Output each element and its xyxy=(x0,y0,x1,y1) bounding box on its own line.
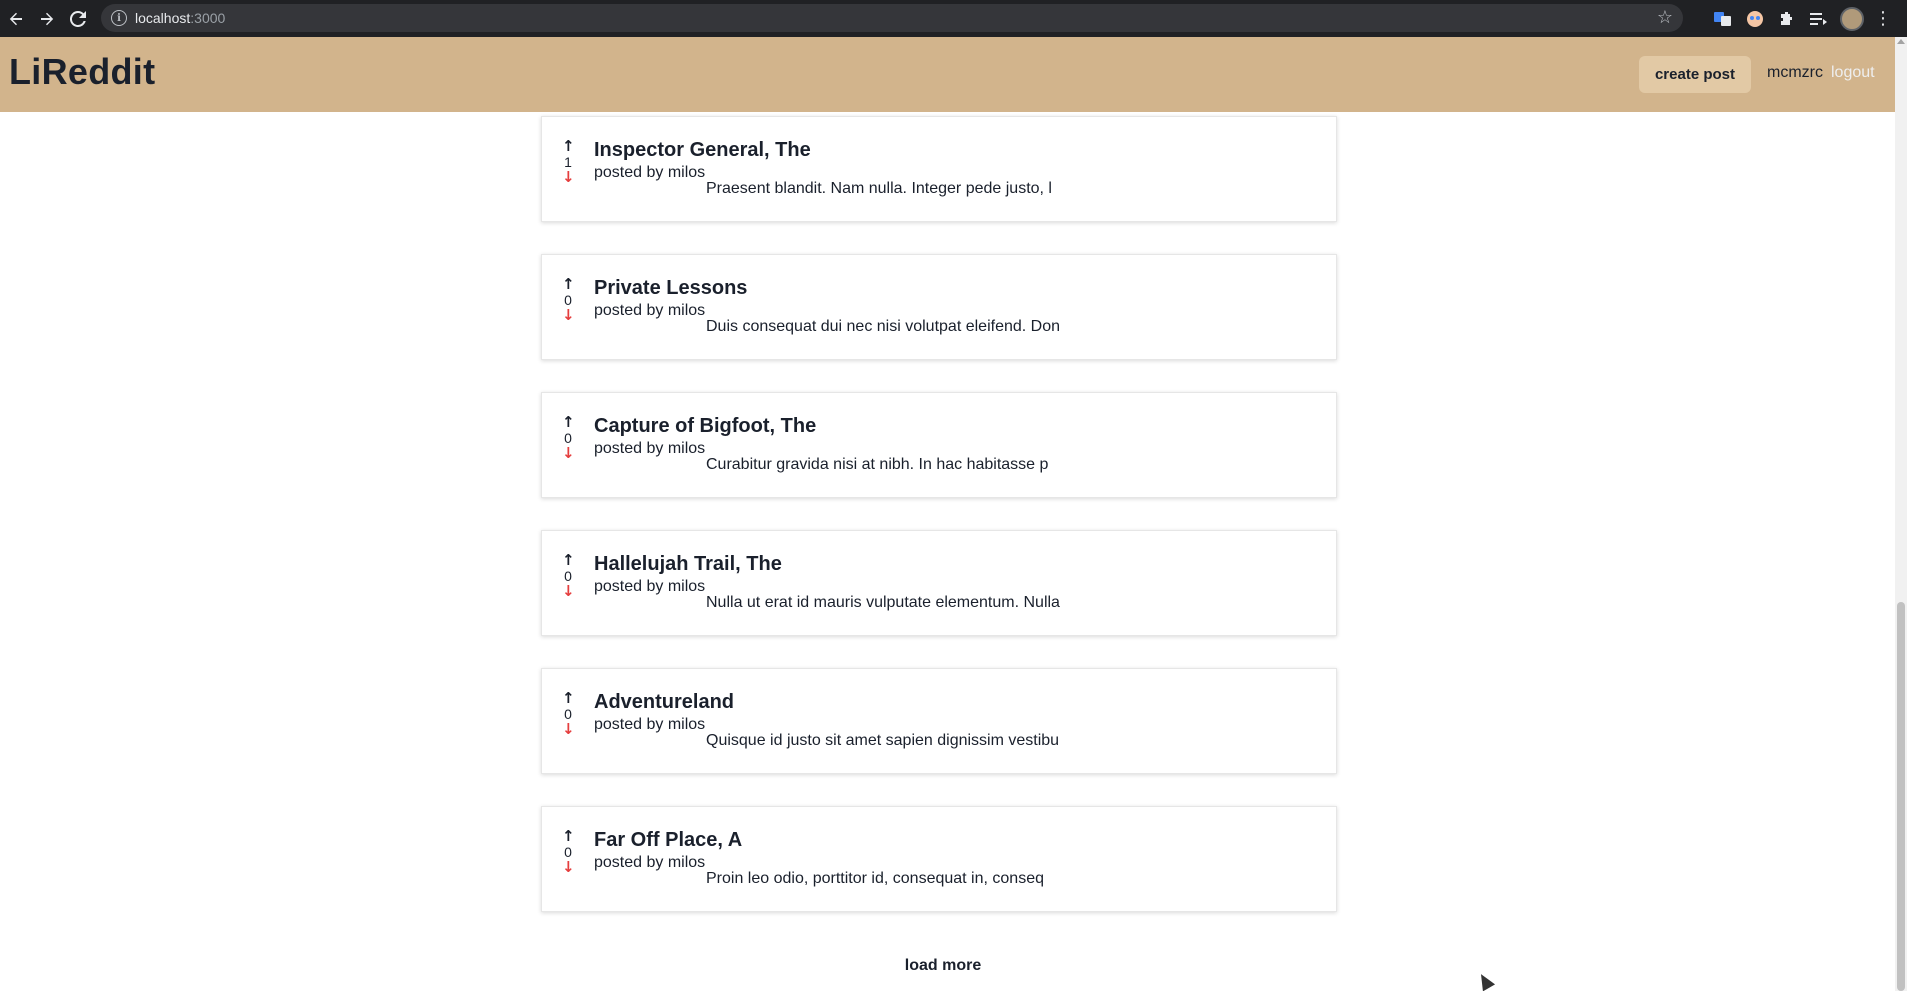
brand-logo[interactable]: LiReddit xyxy=(9,51,155,93)
post-author: posted by milos xyxy=(594,854,706,871)
downvote-arrow-icon[interactable]: ↓ xyxy=(562,584,575,599)
navbar: LiReddit create post mcmzrc logout xyxy=(0,37,1895,112)
post-author: posted by milos xyxy=(594,164,706,181)
logout-button[interactable]: logout xyxy=(1831,64,1875,82)
vote-section: ↑ 0 ↓ xyxy=(562,691,575,737)
vote-section: ↑ 1 ↓ xyxy=(562,139,575,185)
reading-list-icon[interactable] xyxy=(1808,8,1830,30)
username-label: mcmzrc xyxy=(1767,64,1823,81)
bookmark-star-icon[interactable]: ☆ xyxy=(1657,7,1673,28)
post-snippet: Nulla ut erat id mauris vulputate elemen… xyxy=(706,594,1060,611)
translate-extension-icon[interactable] xyxy=(1712,8,1734,30)
mouse-cursor-icon xyxy=(1474,970,1496,991)
page-scrollbar[interactable] xyxy=(1895,37,1907,991)
post-author: posted by milos xyxy=(594,578,706,595)
vote-section: ↑ 0 ↓ xyxy=(562,553,575,599)
scroll-up-arrow-icon[interactable] xyxy=(1897,39,1905,44)
post-card: ↑ 1 ↓ Inspector General, The posted by m… xyxy=(541,116,1337,222)
post-author: posted by milos xyxy=(594,440,706,457)
upvote-arrow-icon[interactable]: ↑ xyxy=(562,139,575,154)
browser-toolbar: i localhost:3000 ☆ ⋮ xyxy=(0,0,1907,37)
downvote-arrow-icon[interactable]: ↓ xyxy=(562,170,575,185)
post-snippet: Curabitur gravida nisi at nibh. In hac h… xyxy=(706,456,1049,473)
post-card: ↑ 0 ↓ Hallelujah Trail, The posted by mi… xyxy=(541,530,1337,636)
post-snippet: Quisque id justo sit amet sapien digniss… xyxy=(706,732,1060,749)
post-card: ↑ 0 ↓ Capture of Bigfoot, The posted by … xyxy=(541,392,1337,498)
downvote-arrow-icon[interactable]: ↓ xyxy=(562,722,575,737)
vote-section: ↑ 0 ↓ xyxy=(562,277,575,323)
load-more-button[interactable]: load more xyxy=(897,953,989,979)
upvote-arrow-icon[interactable]: ↑ xyxy=(562,553,575,568)
post-author: posted by milos xyxy=(594,716,706,733)
downvote-arrow-icon[interactable]: ↓ xyxy=(562,446,575,461)
face-extension-icon[interactable] xyxy=(1744,8,1766,30)
vote-section: ↑ 0 ↓ xyxy=(562,829,575,875)
post-title[interactable]: Capture of Bigfoot, The xyxy=(594,415,816,438)
post-snippet: Praesent blandit. Nam nulla. Integer ped… xyxy=(706,180,1052,197)
post-title[interactable]: Adventureland xyxy=(594,691,734,714)
post-snippet: Duis consequat dui nec nisi volutpat ele… xyxy=(706,318,1060,335)
upvote-arrow-icon[interactable]: ↑ xyxy=(562,691,575,706)
downvote-arrow-icon[interactable]: ↓ xyxy=(562,308,575,323)
upvote-arrow-icon[interactable]: ↑ xyxy=(562,829,575,844)
post-title[interactable]: Hallelujah Trail, The xyxy=(594,553,782,576)
upvote-arrow-icon[interactable]: ↑ xyxy=(562,415,575,430)
back-icon[interactable] xyxy=(0,3,31,34)
post-card: ↑ 0 ↓ Private Lessons posted by milos Du… xyxy=(541,254,1337,360)
extensions-area: ⋮ xyxy=(1712,0,1892,37)
post-author: posted by milos xyxy=(594,302,706,319)
profile-avatar-icon[interactable] xyxy=(1840,6,1864,31)
post-card: ↑ 0 ↓ Adventureland posted by milos Quis… xyxy=(541,668,1337,774)
info-icon[interactable]: i xyxy=(111,10,127,26)
post-title[interactable]: Far Off Place, A xyxy=(594,829,742,852)
post-snippet: Proin leo odio, porttitor id, consequat … xyxy=(706,870,1044,887)
upvote-arrow-icon[interactable]: ↑ xyxy=(562,277,575,292)
post-title[interactable]: Private Lessons xyxy=(594,277,747,300)
puzzle-extensions-icon[interactable] xyxy=(1776,8,1798,30)
reload-icon[interactable] xyxy=(62,3,93,34)
post-card: ↑ 0 ↓ Far Off Place, A posted by milos P… xyxy=(541,806,1337,912)
vote-section: ↑ 0 ↓ xyxy=(562,415,575,461)
create-post-button[interactable]: create post xyxy=(1639,56,1751,93)
post-title[interactable]: Inspector General, The xyxy=(594,139,811,162)
downvote-arrow-icon[interactable]: ↓ xyxy=(562,860,575,875)
forward-icon[interactable] xyxy=(31,3,62,34)
address-bar[interactable]: i localhost:3000 ☆ xyxy=(101,4,1683,32)
scrollbar-thumb[interactable] xyxy=(1897,602,1905,991)
browser-menu-icon[interactable]: ⋮ xyxy=(1874,8,1892,29)
url-text: localhost:3000 xyxy=(135,10,226,26)
